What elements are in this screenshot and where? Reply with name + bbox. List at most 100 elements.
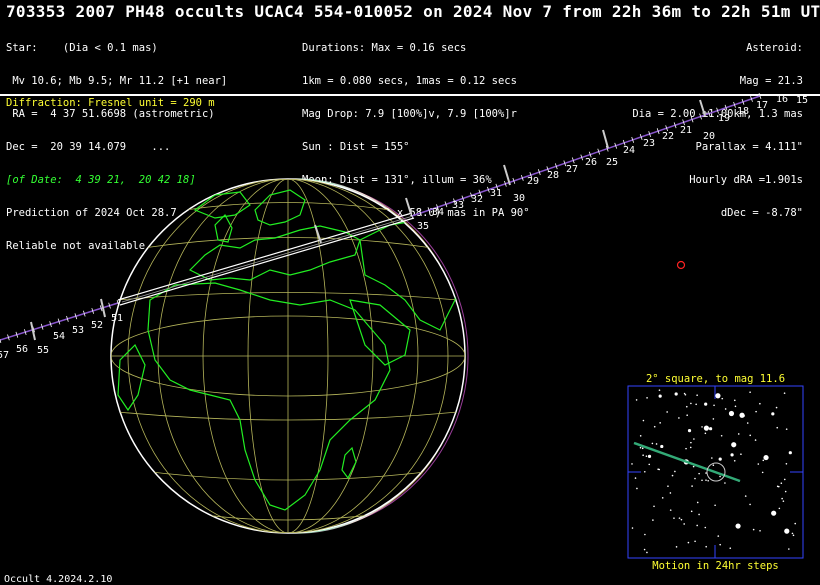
star	[783, 392, 786, 394]
star	[636, 487, 638, 490]
track-label-19: 19	[718, 113, 730, 124]
star	[687, 429, 692, 433]
star	[763, 454, 769, 461]
star	[701, 426, 703, 428]
star	[691, 485, 693, 487]
star	[749, 434, 751, 437]
star	[653, 505, 655, 508]
star	[659, 422, 661, 424]
star	[690, 510, 693, 513]
track-label-15: 15	[796, 95, 808, 106]
star	[776, 485, 779, 488]
star	[694, 477, 696, 480]
star	[792, 534, 795, 537]
star	[646, 551, 648, 554]
star	[675, 546, 678, 548]
star	[784, 490, 787, 493]
track-label-34: 34	[432, 207, 444, 218]
star-chart-inset	[627, 385, 804, 559]
star	[711, 457, 713, 459]
star	[709, 427, 713, 431]
star	[657, 468, 659, 470]
star	[733, 459, 736, 462]
star	[690, 402, 692, 405]
star	[639, 435, 642, 437]
track-label-56: 56	[16, 344, 28, 355]
star	[776, 426, 779, 429]
track-label-53: 53	[72, 325, 84, 336]
star	[698, 472, 700, 475]
star	[643, 470, 646, 473]
star	[730, 453, 734, 457]
star	[740, 453, 742, 455]
star	[794, 522, 797, 525]
star	[749, 391, 751, 394]
star	[704, 432, 707, 435]
star	[757, 463, 760, 465]
star	[684, 393, 687, 396]
track-label-26: 26	[585, 157, 597, 168]
star	[696, 524, 698, 527]
star	[651, 442, 654, 445]
track-label-23: 23	[643, 138, 655, 149]
star	[778, 507, 781, 510]
star	[733, 399, 736, 402]
star	[686, 414, 688, 416]
star	[661, 497, 664, 499]
star	[721, 397, 724, 400]
star	[660, 444, 664, 449]
star	[695, 403, 697, 406]
star	[666, 411, 668, 413]
star	[713, 404, 715, 407]
star	[703, 425, 710, 431]
star	[693, 438, 695, 440]
track-label-20: 20	[703, 131, 715, 142]
star	[639, 446, 642, 449]
star	[752, 528, 755, 531]
star	[761, 471, 764, 474]
star	[689, 446, 692, 449]
star	[671, 474, 674, 477]
track-label-17: 17	[756, 100, 768, 111]
star	[707, 479, 709, 482]
star	[737, 433, 740, 435]
track-label-57: 57	[0, 350, 9, 361]
star	[698, 513, 700, 516]
star	[719, 475, 721, 478]
star	[687, 541, 690, 544]
star	[643, 548, 646, 551]
star	[690, 441, 692, 444]
star	[728, 410, 735, 417]
star	[658, 389, 661, 391]
star	[653, 425, 656, 428]
inset-title: 2° square, to mag 11.6	[645, 373, 786, 385]
star	[704, 402, 708, 406]
star	[647, 454, 652, 459]
star	[642, 454, 644, 457]
star	[744, 495, 747, 497]
star	[771, 412, 775, 416]
star	[714, 504, 716, 507]
star	[701, 479, 703, 482]
star	[771, 510, 777, 516]
track-label-54: 54	[53, 331, 65, 342]
track-label-55: 55	[37, 345, 49, 356]
track-label-28: 28	[547, 170, 559, 181]
star	[648, 463, 651, 466]
star	[782, 500, 785, 502]
star	[784, 528, 790, 534]
star	[692, 465, 695, 468]
track-label-21: 21	[680, 125, 692, 136]
occultation-map: 15 16 17 18 19 20 21 22 23 24 25 26 27 2…	[0, 93, 808, 559]
star	[669, 492, 672, 494]
star	[641, 447, 644, 450]
track-label-51: 51	[111, 313, 123, 324]
star	[678, 417, 680, 419]
star	[754, 439, 757, 441]
star	[739, 412, 745, 418]
star	[696, 501, 699, 504]
star	[785, 462, 788, 465]
star	[724, 482, 726, 484]
star	[717, 535, 720, 537]
star	[720, 434, 723, 437]
